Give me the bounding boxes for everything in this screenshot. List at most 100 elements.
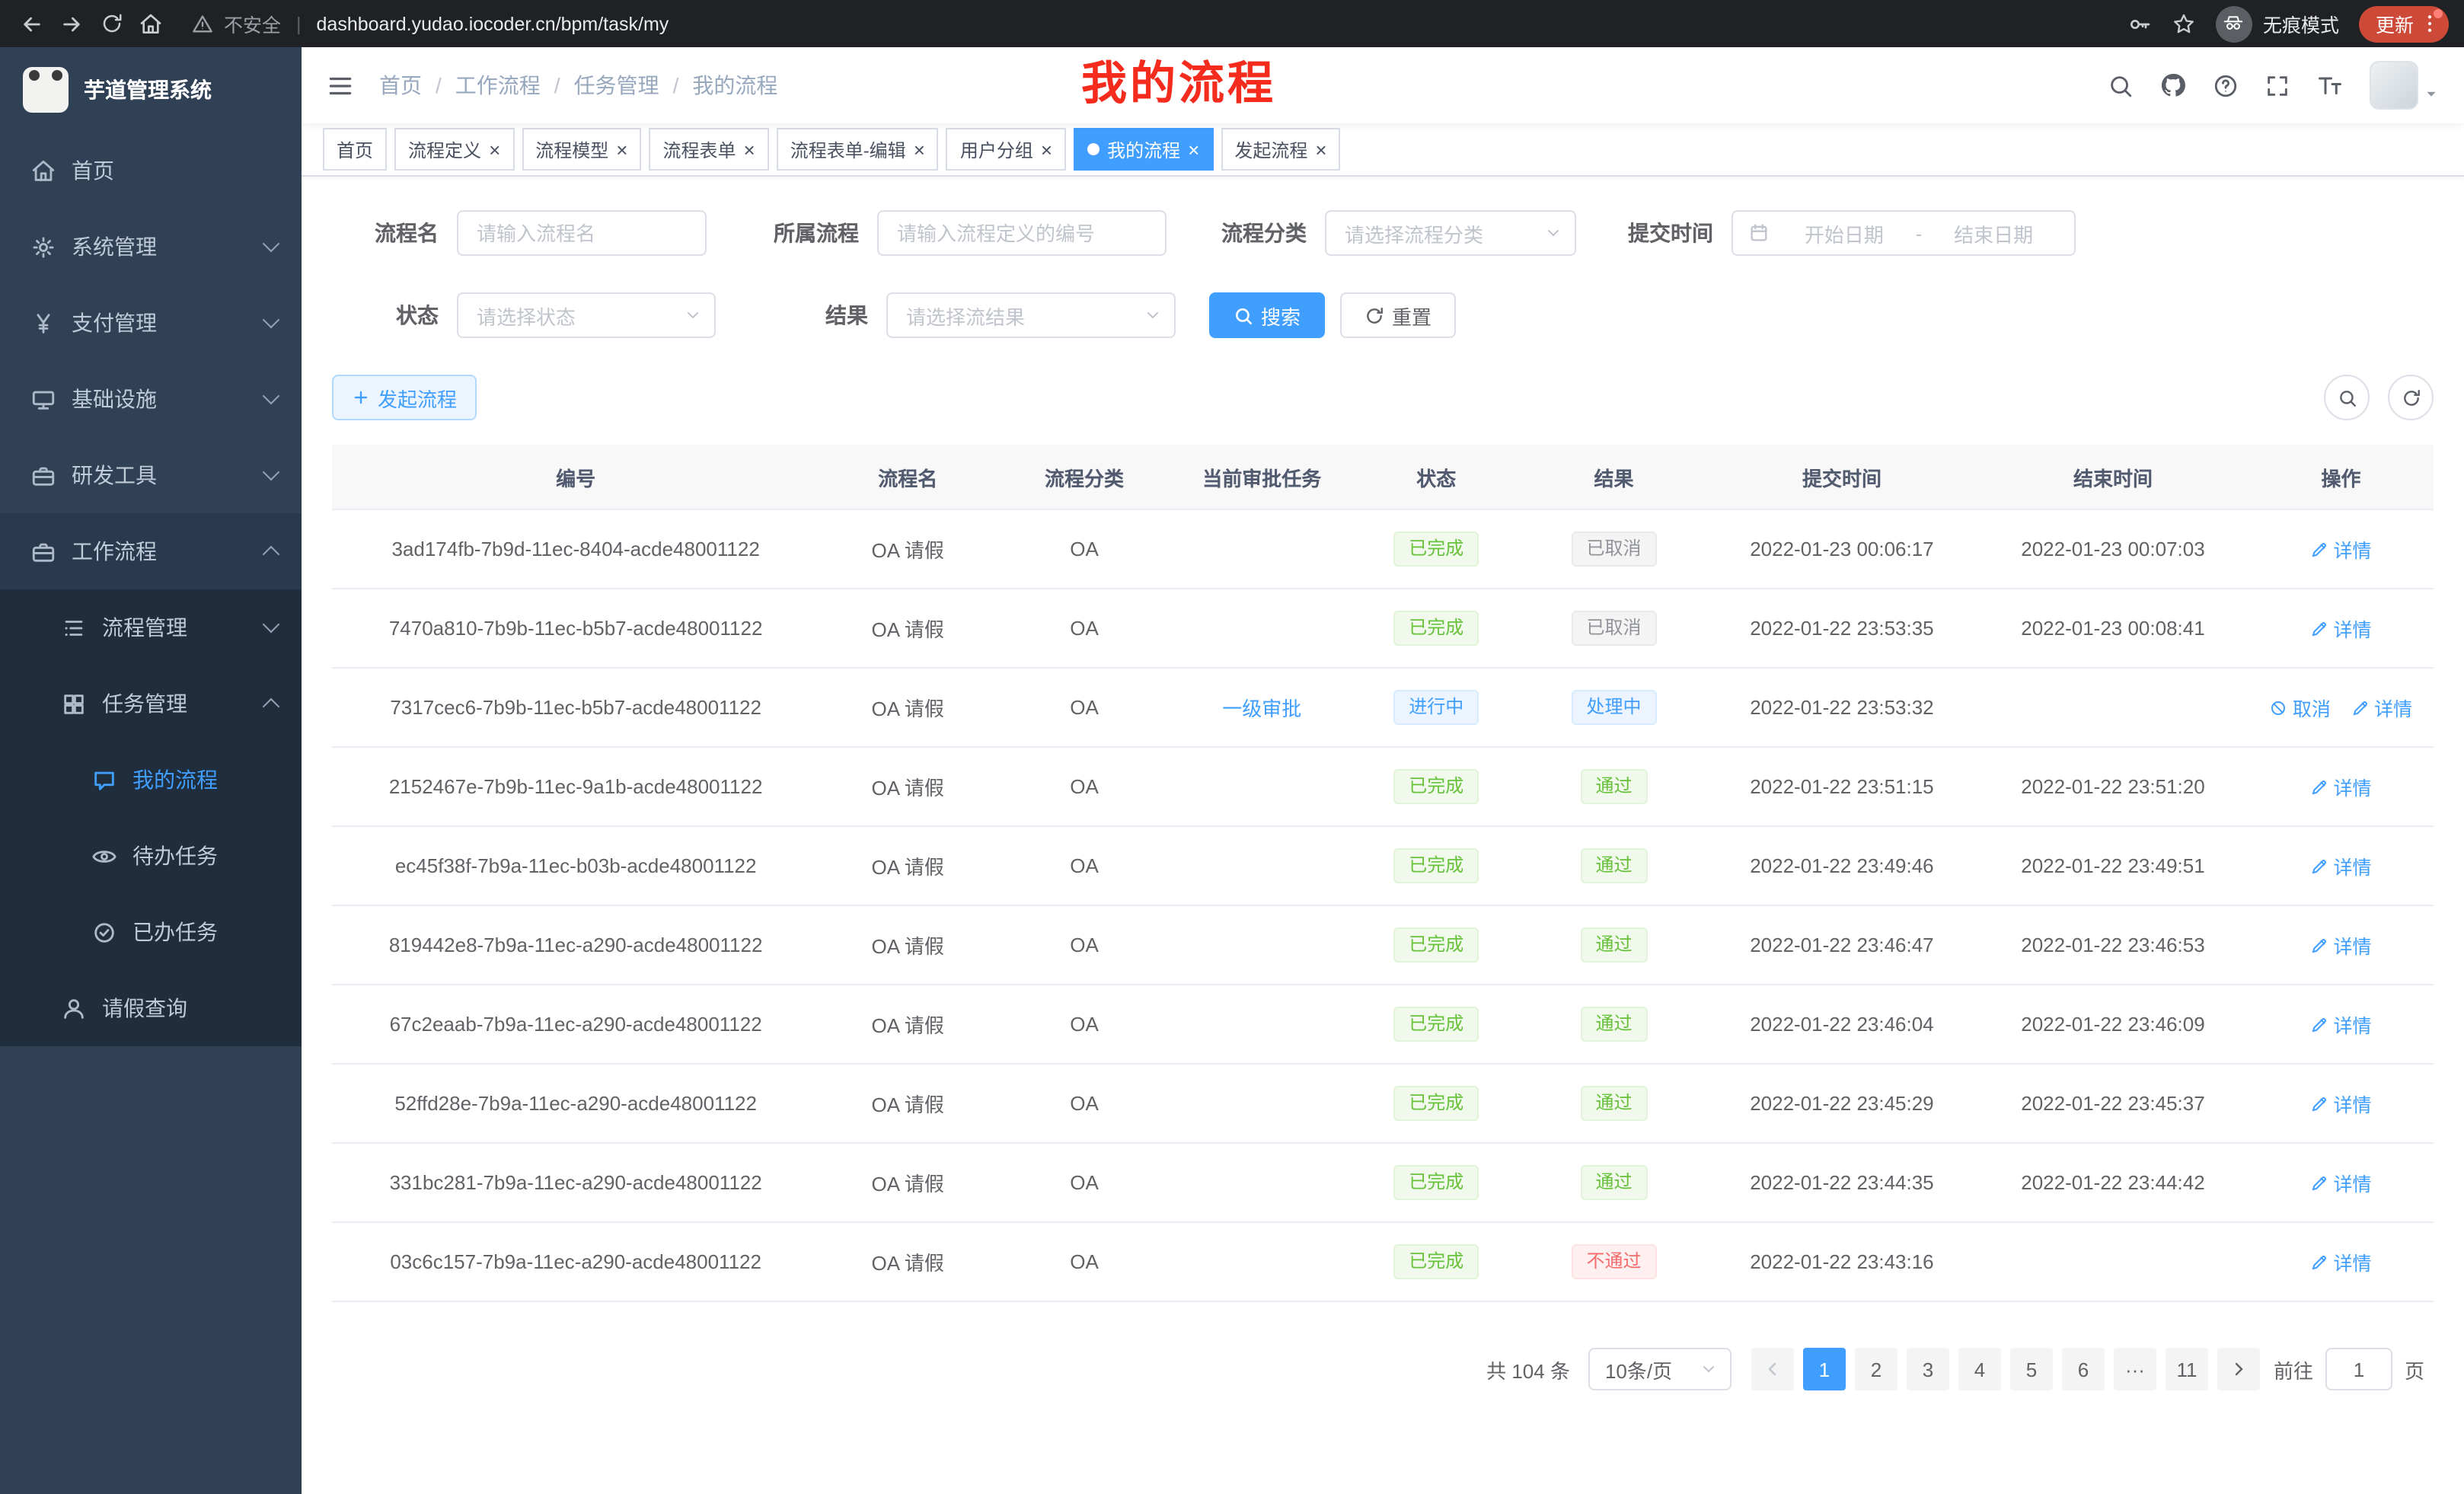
detail-link[interactable]: 详情 — [2310, 851, 2371, 880]
fullscreen-icon[interactable] — [2265, 72, 2290, 98]
tab-close-icon[interactable]: × — [489, 139, 500, 159]
browser-home-button[interactable] — [131, 4, 171, 43]
tab-close-icon[interactable]: × — [1188, 139, 1199, 159]
page-number-button[interactable]: 2 — [1855, 1348, 1897, 1390]
page-number-button[interactable]: 4 — [1958, 1348, 2001, 1390]
sidebar-item-system-mgmt[interactable]: 系统管理 — [0, 209, 302, 285]
search-button[interactable]: 搜索 — [1209, 292, 1325, 338]
date-end-placeholder[interactable]: 结束日期 — [1928, 219, 2059, 247]
detail-link[interactable]: 详情 — [2310, 614, 2371, 643]
detail-link[interactable]: 详情 — [2310, 1089, 2371, 1118]
category-select[interactable]: 请选择流程分类 — [1325, 210, 1576, 256]
address-bar[interactable]: 不安全 | dashboard.yudao.iocoder.cn/bpm/tas… — [192, 9, 2127, 38]
cell-end-time: 2022-01-22 23:46:09 — [1977, 985, 2249, 1064]
key-icon[interactable] — [2127, 11, 2152, 36]
tab-close-icon[interactable]: × — [914, 139, 925, 159]
prev-page-button[interactable] — [1751, 1348, 1794, 1390]
sidebar-item-done-tasks[interactable]: 已办任务 — [0, 894, 302, 970]
breadcrumb-task-mgmt[interactable]: 任务管理 — [574, 70, 659, 101]
sidebar-item-dev-tools[interactable]: 研发工具 — [0, 437, 302, 513]
view-tab[interactable]: 首页 — [323, 128, 387, 171]
pagination: 共 104 条 10条/页 123456···11 前往 页 — [332, 1348, 2434, 1421]
cell-result: 通过 — [1521, 747, 1706, 826]
status-select[interactable]: 请选择状态 — [457, 292, 716, 338]
cell-process-category: OA — [996, 1222, 1173, 1301]
detail-link[interactable]: 详情 — [2310, 1247, 2371, 1276]
chevron-up-icon — [263, 546, 280, 563]
tab-close-icon[interactable]: × — [744, 139, 755, 159]
font-size-icon[interactable] — [2316, 72, 2344, 99]
column-header-actions: 操作 — [2249, 445, 2434, 509]
page-number-button[interactable]: 6 — [2062, 1348, 2105, 1390]
browser-menu-icon[interactable] — [2418, 12, 2441, 35]
view-tab[interactable]: 流程表单-编辑 × — [777, 128, 939, 171]
view-tab[interactable]: 流程定义 × — [394, 128, 514, 171]
goto-page-input[interactable] — [2325, 1348, 2392, 1390]
cell-submit-time: 2022-01-22 23:44:35 — [1706, 1143, 1977, 1222]
help-icon[interactable] — [2213, 72, 2239, 98]
update-button[interactable]: 更新 — [2359, 5, 2449, 42]
user-menu[interactable] — [2370, 61, 2440, 110]
browser-back-button[interactable] — [12, 4, 52, 43]
result-select[interactable]: 请选择流结果 — [886, 292, 1176, 338]
detail-link[interactable]: 详情 — [2310, 931, 2371, 959]
detail-link[interactable]: 详情 — [2351, 693, 2412, 722]
date-range-picker[interactable]: 开始日期 - 结束日期 — [1732, 210, 2076, 256]
hamburger-icon[interactable] — [326, 71, 355, 100]
refresh-table-button[interactable] — [2388, 375, 2434, 420]
reset-button[interactable]: 重置 — [1340, 292, 1456, 338]
view-tab[interactable]: 发起流程 × — [1221, 128, 1340, 171]
view-tab[interactable]: 流程表单 × — [649, 128, 768, 171]
page-size-select[interactable]: 10条/页 — [1588, 1348, 1732, 1390]
breadcrumb-home[interactable]: 首页 — [379, 70, 422, 101]
sidebar-item-task-mgmt[interactable]: 任务管理 — [0, 666, 302, 742]
app-logo[interactable]: 芋道管理系统 — [0, 47, 302, 132]
tab-close-icon[interactable]: × — [1315, 139, 1326, 159]
page-number-button[interactable]: 1 — [1803, 1348, 1846, 1390]
browser-forward-button[interactable] — [52, 4, 91, 43]
cell-status: 已完成 — [1352, 1222, 1522, 1301]
create-process-button[interactable]: 发起流程 — [332, 375, 477, 420]
view-tab[interactable]: 我的流程 × — [1074, 128, 1213, 171]
next-page-button[interactable] — [2217, 1348, 2260, 1390]
breadcrumb-workflow[interactable]: 工作流程 — [455, 70, 541, 101]
detail-link[interactable]: 详情 — [2310, 772, 2371, 801]
avatar[interactable] — [2370, 61, 2418, 110]
cell-process-category: OA — [996, 668, 1173, 747]
process-name-input[interactable] — [457, 210, 707, 256]
sidebar-item-leave-query[interactable]: 请假查询 — [0, 970, 302, 1046]
tab-close-icon[interactable]: × — [616, 139, 627, 159]
list-icon — [61, 615, 87, 640]
cell-status: 已完成 — [1352, 509, 1522, 589]
cell-process-id: 819442e8-7b9a-11ec-a290-acde48001122 — [332, 905, 819, 985]
view-tab[interactable]: 流程模型 × — [522, 128, 641, 171]
sidebar-item-process-mgmt[interactable]: 流程管理 — [0, 589, 302, 666]
workflow-submenu: 流程管理 任务管理 我的流程 待办任务 已办任务 — [0, 589, 302, 1046]
sidebar-item-payment-mgmt[interactable]: 支付管理 — [0, 285, 302, 361]
status-badge: 已完成 — [1393, 532, 1479, 567]
page-number-button[interactable]: 3 — [1907, 1348, 1949, 1390]
bookmark-star-icon[interactable] — [2172, 11, 2196, 36]
security-label[interactable]: 不安全 — [224, 9, 281, 38]
detail-link[interactable]: 详情 — [2310, 1168, 2371, 1197]
page-number-button[interactable]: 5 — [2010, 1348, 2053, 1390]
page-number-button[interactable]: 11 — [2166, 1348, 2208, 1390]
sidebar-item-home[interactable]: 首页 — [0, 132, 302, 209]
search-icon[interactable] — [2108, 72, 2134, 98]
github-icon[interactable] — [2159, 72, 2187, 99]
browser-reload-button[interactable] — [91, 4, 131, 43]
sidebar-item-my-process[interactable]: 我的流程 — [0, 742, 302, 818]
date-start-placeholder[interactable]: 开始日期 — [1779, 219, 1910, 247]
sidebar-item-workflow[interactable]: 工作流程 — [0, 513, 302, 589]
parent-process-input[interactable] — [877, 210, 1167, 256]
tab-close-icon[interactable]: × — [1041, 139, 1052, 159]
show-search-button[interactable] — [2324, 375, 2370, 420]
view-tab[interactable]: 用户分组 × — [946, 128, 1066, 171]
sidebar-item-infrastructure[interactable]: 基础设施 — [0, 361, 302, 437]
detail-link[interactable]: 详情 — [2310, 535, 2371, 563]
current-task-link[interactable]: 一级审批 — [1222, 698, 1301, 720]
sidebar-item-todo-tasks[interactable]: 待办任务 — [0, 818, 302, 894]
cancel-link[interactable]: 取消 — [2270, 693, 2331, 722]
detail-link[interactable]: 详情 — [2310, 1010, 2371, 1039]
page-number-button[interactable]: ··· — [2114, 1348, 2156, 1390]
